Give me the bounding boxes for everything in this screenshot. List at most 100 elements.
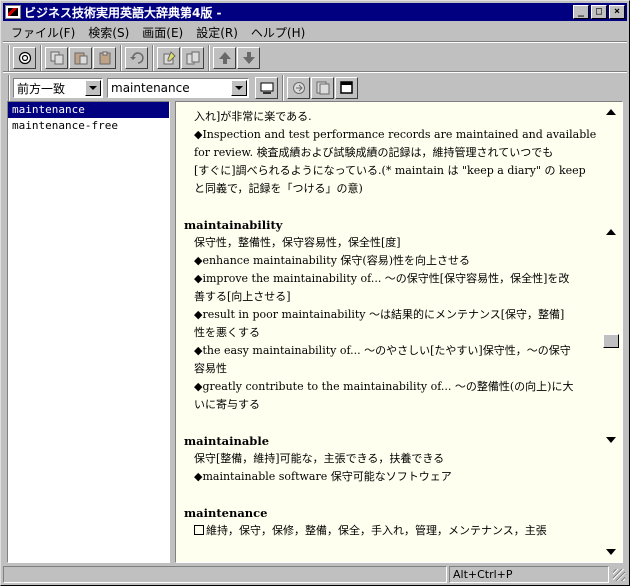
enter-button[interactable]: [255, 77, 278, 99]
main-toolbar: [5, 45, 261, 71]
previous-entry-button[interactable]: [213, 47, 236, 69]
definition-text: 維持，保守，保修，整備，保全，手入れ，管理，メンテナンス，主張: [206, 524, 547, 537]
search-mode-select[interactable]: 前方一致: [13, 78, 103, 98]
notes-button[interactable]: [181, 47, 204, 69]
definition-line: 保守[整備，維持]可能な，主張できる，扶養できる: [194, 452, 445, 465]
checkbox-icon: [194, 525, 204, 535]
list-button[interactable]: [311, 77, 334, 99]
definition-line: 入れ]が非常に楽である.: [194, 110, 312, 123]
close-button[interactable]: ×: [609, 5, 625, 19]
example-line: [すぐに]調べられるようになっている.(* maintain は "keep a…: [194, 164, 586, 177]
status-shortcut: Alt+Ctrl+P: [449, 566, 609, 583]
menu-search[interactable]: 検索(S): [82, 22, 136, 40]
chevron-down-icon: [235, 86, 243, 90]
window-title: ビジネス技術実用英語大辞典第4版 -: [24, 5, 222, 20]
list-item[interactable]: maintenance-free: [8, 118, 169, 134]
example-line: ◆result in poor maintainability ～は結果的にメン…: [194, 308, 565, 321]
arrow-down-icon: [606, 549, 616, 555]
example-line: と同義で，記録を「つける」の意): [194, 182, 363, 195]
down-arrow-icon: [242, 52, 255, 64]
menu-help[interactable]: ヘルプ(H): [245, 22, 312, 40]
app-logo-icon[interactable]: [5, 5, 21, 19]
paste-icon: [74, 52, 87, 65]
toolbar-separator: [152, 45, 154, 71]
app-window: ビジネス技術実用英語大辞典第4版 - _ □ × ファイル(F) 検索(S) 画…: [0, 0, 630, 586]
jump-button[interactable]: [287, 77, 310, 99]
window-icon: [339, 81, 353, 94]
enter-icon: [260, 82, 273, 94]
page-down-button[interactable]: [603, 432, 619, 448]
search-input[interactable]: maintenance: [107, 78, 249, 98]
list-item-selected[interactable]: maintenance: [8, 102, 169, 118]
toolbar-divider: [3, 41, 627, 43]
search-query: maintenance: [111, 81, 190, 95]
example-line: ◆maintainable software 保守可能なソフトウェア: [194, 470, 452, 483]
status-message: [3, 566, 447, 583]
note-button[interactable]: [157, 47, 180, 69]
example-line: ◆greatly contribute to the maintainabili…: [194, 380, 574, 393]
example-line: ◆enhance maintainability 保守(容易)性を向上させる: [194, 254, 470, 267]
definition-line: 保守性，整備性，保守容易性，保全性[度]: [194, 236, 401, 249]
scroll-up-button[interactable]: [603, 104, 619, 120]
search-icon: [18, 51, 31, 65]
status-bar: Alt+Ctrl+P: [3, 566, 627, 583]
clipboard-icon: [99, 51, 110, 65]
search-mode-value: 前方一致: [17, 81, 66, 96]
dropdown-button[interactable]: [85, 80, 101, 96]
search-button[interactable]: [13, 47, 36, 69]
scroll-thumb[interactable]: [603, 334, 619, 348]
toolbar-separator: [40, 45, 42, 71]
toolbar-separator: [282, 75, 284, 101]
resize-grip-icon[interactable]: [613, 569, 625, 581]
note-icon: [163, 51, 176, 65]
search-toolbar: 前方一致 maintenance: [5, 75, 359, 101]
headword[interactable]: maintainability: [184, 216, 600, 234]
toolbar-separator: [208, 45, 210, 71]
toolbar-separator: [120, 45, 122, 71]
definition-text: 入れ]が非常に楽である. ◆Inspection and test perfor…: [184, 108, 600, 540]
menu-view[interactable]: 画面(E): [136, 22, 190, 40]
menu-settings[interactable]: 設定(R): [190, 22, 245, 40]
title-bar[interactable]: ビジネス技術実用英語大辞典第4版 - _ □ ×: [3, 3, 627, 21]
arrow-down-icon: [606, 437, 616, 443]
example-line: 善する[向上させる]: [194, 290, 291, 303]
copy-icon: [50, 51, 63, 65]
page-up-button[interactable]: [603, 224, 619, 240]
example-line: ◆improve the maintainability of... ～の保守性…: [194, 272, 570, 285]
headword[interactable]: maintenance: [184, 504, 600, 522]
arrow-up-icon: [606, 229, 616, 235]
example-line: 容易性: [194, 362, 227, 375]
vertical-scrollbar[interactable]: [601, 102, 621, 562]
jump-icon: [292, 82, 305, 94]
results-list[interactable]: maintenance maintenance-free: [7, 101, 170, 563]
dropdown-button[interactable]: [231, 80, 247, 96]
scroll-down-button[interactable]: [603, 544, 619, 560]
arrow-up-icon: [606, 109, 616, 115]
notes-icon: [186, 51, 199, 65]
clipboard-button[interactable]: [93, 47, 116, 69]
menu-file[interactable]: ファイル(F): [5, 22, 82, 40]
minimize-button[interactable]: _: [573, 5, 589, 19]
next-entry-button[interactable]: [237, 47, 260, 69]
toolbar-grip: [8, 45, 10, 71]
list-icon: [316, 81, 329, 95]
toolbar-grip: [8, 75, 10, 101]
definition-line: 維持，保守，保修，整備，保全，手入れ，管理，メンテナンス，主張: [184, 522, 600, 540]
chevron-down-icon: [89, 86, 97, 90]
example-line: for review. 検査成績および試験成績の記録は，維持管理されていつでも: [194, 146, 554, 159]
copy-button[interactable]: [45, 47, 68, 69]
example-line: いに寄与する: [194, 398, 260, 411]
example-line: ◆the easy maintainability of... ～のやさしい[た…: [194, 344, 571, 357]
toolbar-divider: [3, 71, 627, 73]
maximize-button[interactable]: □: [591, 5, 607, 19]
definition-pane[interactable]: 入れ]が非常に楽である. ◆Inspection and test perfor…: [175, 101, 623, 563]
example-line: ◆Inspection and test performance records…: [194, 128, 597, 141]
up-arrow-icon: [218, 52, 231, 64]
paste-button[interactable]: [69, 47, 92, 69]
undo-icon: [129, 52, 144, 64]
headword[interactable]: maintainable: [184, 432, 600, 450]
undo-button[interactable]: [125, 47, 148, 69]
menu-bar: ファイル(F) 検索(S) 画面(E) 設定(R) ヘルプ(H): [5, 22, 312, 40]
window-button[interactable]: [335, 77, 358, 99]
example-line: 性を悪くする: [194, 326, 260, 339]
